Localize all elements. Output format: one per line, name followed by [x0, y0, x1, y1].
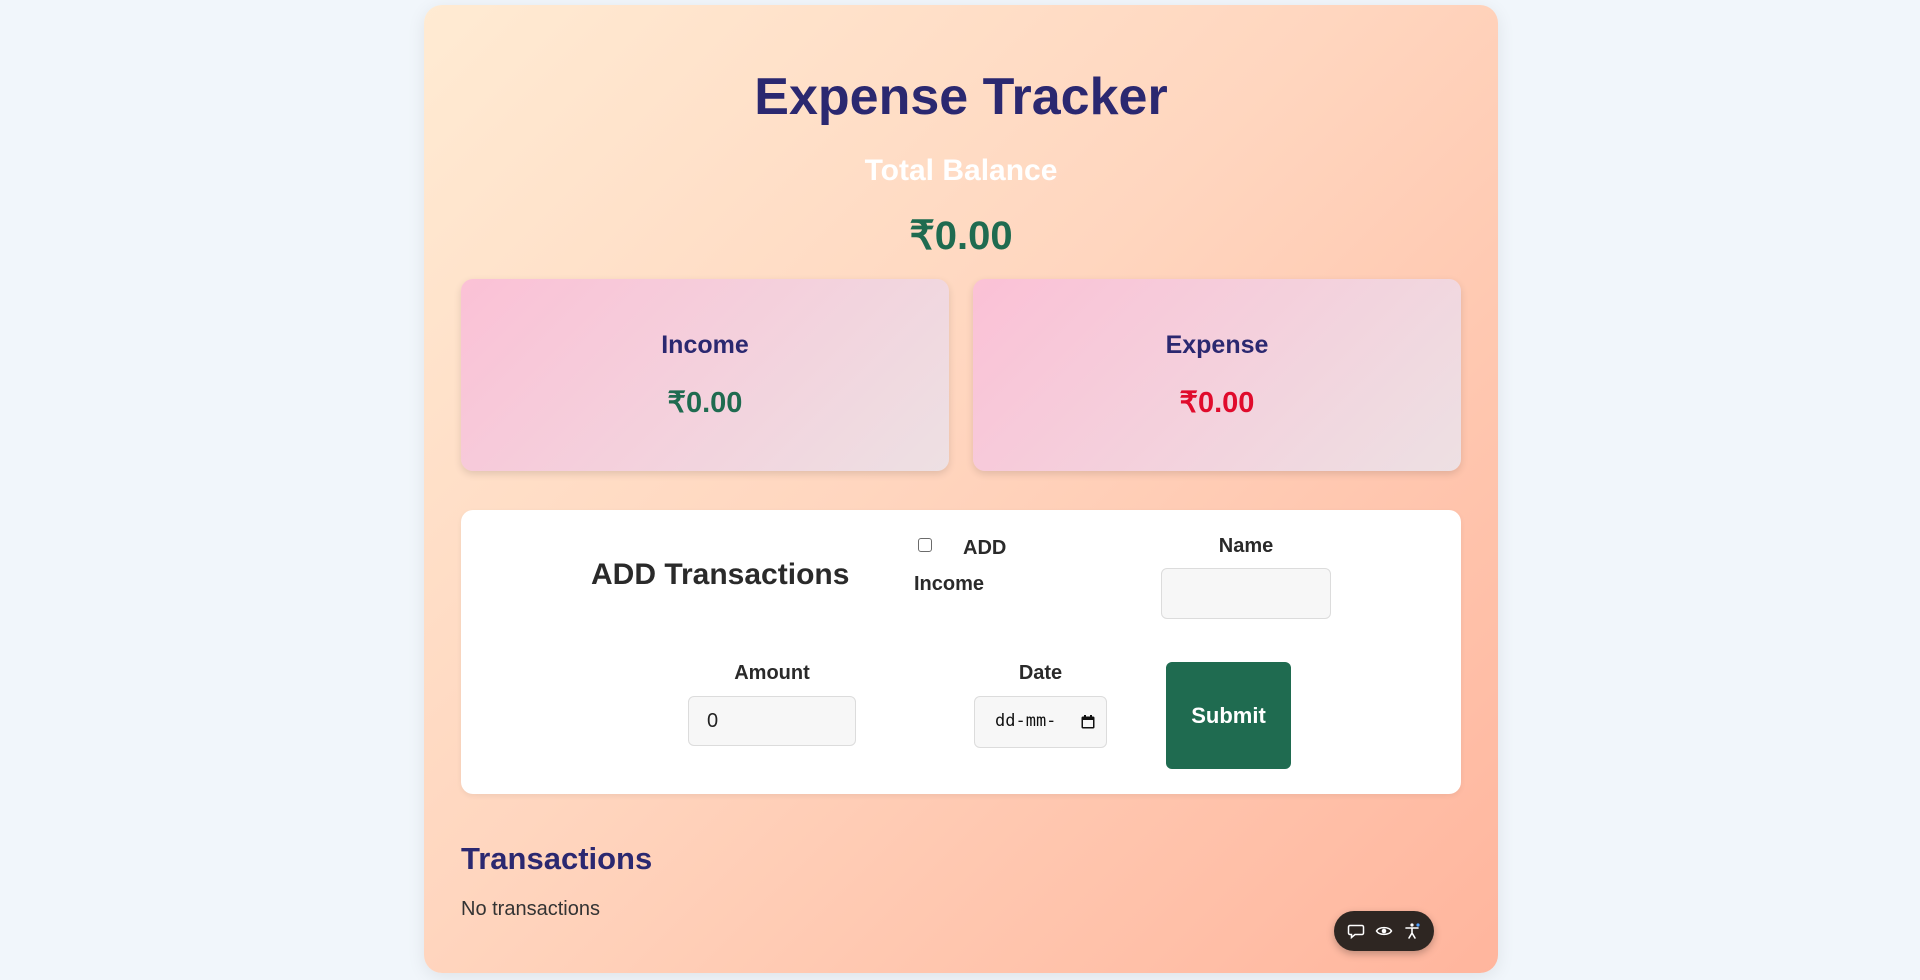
eye-icon[interactable] [1375, 922, 1393, 940]
amount-input[interactable] [688, 696, 856, 746]
submit-button[interactable]: Submit [1166, 662, 1291, 769]
accessibility-icon[interactable] [1403, 922, 1421, 940]
income-label: Income [661, 331, 749, 359]
add-income-checkbox[interactable] [918, 538, 932, 552]
expense-tracker-card: Expense Tracker Total Balance ₹0.00 Inco… [424, 5, 1498, 973]
income-card: Income ₹0.00 [461, 279, 949, 471]
page-title: Expense Tracker [754, 68, 1168, 126]
date-placeholder: dd-mm- [995, 711, 1057, 731]
total-balance-label: Total Balance [864, 154, 1058, 187]
add-transaction-form: ADD Transactions ADD Income Name Amount … [461, 510, 1461, 794]
floating-toolbar [1334, 911, 1434, 951]
income-value: ₹0.00 [667, 387, 743, 419]
expense-label: Expense [1165, 331, 1269, 359]
name-label: Name [1218, 535, 1274, 557]
date-input[interactable]: dd-mm- [974, 696, 1107, 748]
expense-card: Expense ₹0.00 [973, 279, 1461, 471]
name-input[interactable] [1161, 568, 1331, 619]
chat-icon[interactable] [1347, 922, 1365, 940]
form-heading: ADD Transactions [591, 558, 850, 591]
calendar-icon[interactable] [1081, 715, 1095, 729]
add-income-label-line1: ADD [963, 537, 1007, 559]
expense-value: ₹0.00 [1179, 387, 1255, 419]
add-income-label-line2: Income [914, 573, 985, 595]
date-label: Date [1018, 662, 1063, 684]
amount-label: Amount [734, 662, 810, 684]
transactions-empty-text: No transactions [461, 898, 600, 920]
total-balance-value: ₹0.00 [909, 214, 1013, 258]
transactions-heading: Transactions [461, 841, 653, 876]
